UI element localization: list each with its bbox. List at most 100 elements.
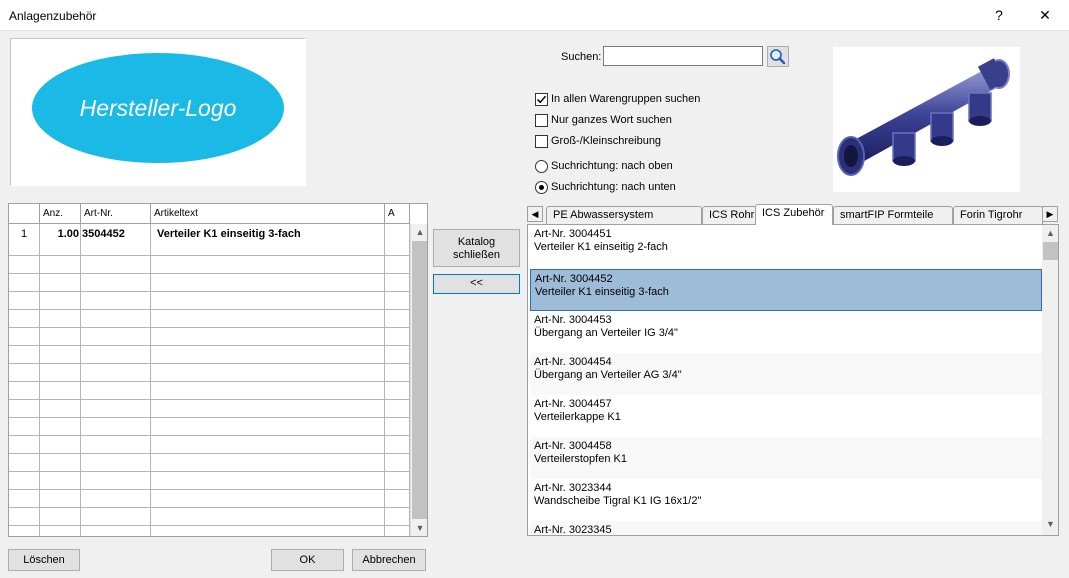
grid-cell[interactable] <box>385 526 410 536</box>
list-item[interactable]: Art-Nr. 3023345 <box>530 521 1042 535</box>
grid-cell[interactable] <box>40 418 81 436</box>
grid-cell[interactable] <box>151 454 385 472</box>
grid-cell[interactable] <box>385 328 410 346</box>
grid-cell[interactable] <box>9 526 40 536</box>
grid-cell[interactable] <box>9 400 40 418</box>
grid-cell[interactable] <box>385 256 410 274</box>
table-row-empty[interactable] <box>9 310 410 328</box>
grid-cell[interactable] <box>40 346 81 364</box>
grid-cell[interactable] <box>385 508 410 526</box>
grid-cell[interactable] <box>40 490 81 508</box>
grid-cell[interactable] <box>151 436 385 454</box>
tab-pe-abwassersystem[interactable]: PE Abwassersystem <box>546 206 702 224</box>
grid-column-index[interactable] <box>9 204 40 224</box>
grid-cell[interactable] <box>151 418 385 436</box>
grid-cell[interactable] <box>9 418 40 436</box>
grid-cell[interactable] <box>151 256 385 274</box>
scroll-down-icon[interactable]: ▼ <box>411 520 427 536</box>
table-row-empty[interactable] <box>9 526 410 536</box>
grid-cell[interactable] <box>9 328 40 346</box>
list-item[interactable]: Art-Nr. 3004454 Übergang an Verteiler AG… <box>530 353 1042 395</box>
grid-cell[interactable] <box>385 292 410 310</box>
grid-cell[interactable] <box>151 310 385 328</box>
checkbox-whole-word[interactable] <box>535 114 548 127</box>
search-input[interactable] <box>603 46 763 66</box>
grid-cell[interactable] <box>151 292 385 310</box>
grid-cell[interactable] <box>385 400 410 418</box>
checkbox-all-groups[interactable] <box>535 93 548 106</box>
table-row-empty[interactable] <box>9 382 410 400</box>
grid-column-artnr[interactable]: Art-Nr. <box>81 204 151 224</box>
delete-button[interactable]: Löschen <box>8 549 80 571</box>
grid-cell[interactable] <box>40 310 81 328</box>
grid-cell[interactable] <box>40 508 81 526</box>
radio-direction-down[interactable] <box>535 181 548 194</box>
tab-ics-zubehoer[interactable]: ICS Zubehör <box>755 204 833 225</box>
grid-cell[interactable] <box>385 346 410 364</box>
scroll-thumb[interactable] <box>412 241 427 519</box>
grid-column-a[interactable]: A <box>385 204 410 224</box>
grid-cell[interactable] <box>81 382 151 400</box>
close-button[interactable]: ✕ <box>1022 0 1068 31</box>
grid-cell[interactable] <box>9 346 40 364</box>
grid-cell[interactable] <box>81 400 151 418</box>
grid-cell[interactable] <box>81 292 151 310</box>
table-row-empty[interactable] <box>9 292 410 310</box>
grid-cell[interactable] <box>9 508 40 526</box>
list-item-selected[interactable]: Art-Nr. 3004452 Verteiler K1 einseitig 3… <box>530 269 1042 311</box>
grid-cell[interactable] <box>9 382 40 400</box>
grid-cell[interactable] <box>40 454 81 472</box>
selected-items-grid[interactable]: Anz. Art-Nr. Artikeltext A 1 1.00 350445… <box>8 203 428 537</box>
grid-cell[interactable] <box>9 256 40 274</box>
transfer-item-button[interactable]: << <box>433 274 520 294</box>
table-row-empty[interactable] <box>9 346 410 364</box>
grid-cell[interactable] <box>81 256 151 274</box>
grid-cell[interactable] <box>81 418 151 436</box>
row-artnr[interactable]: 3504452 <box>81 224 151 255</box>
list-item[interactable]: Art-Nr. 3023344 Wandscheibe Tigral K1 IG… <box>530 479 1042 521</box>
tab-smartfip-formteile[interactable]: smartFIP Formteile <box>833 206 953 224</box>
grid-cell[interactable] <box>81 310 151 328</box>
grid-cell[interactable] <box>9 436 40 454</box>
grid-cell[interactable] <box>40 472 81 490</box>
grid-cell[interactable] <box>151 400 385 418</box>
grid-cell[interactable] <box>151 508 385 526</box>
grid-scrollbar[interactable]: ▲ ▼ <box>410 224 427 536</box>
radio-direction-up[interactable] <box>535 160 548 173</box>
cancel-button[interactable]: Abbrechen <box>352 549 426 571</box>
help-button[interactable]: ? <box>976 0 1022 31</box>
grid-cell[interactable] <box>385 472 410 490</box>
grid-cell[interactable] <box>40 364 81 382</box>
search-button[interactable] <box>767 46 789 67</box>
close-catalog-button[interactable]: Katalog schließen <box>433 229 520 267</box>
row-text[interactable]: Verteiler K1 einseitig 3-fach <box>151 224 385 255</box>
grid-cell[interactable] <box>81 346 151 364</box>
scroll-down-icon[interactable]: ▼ <box>1042 516 1058 533</box>
table-row[interactable]: 1 1.00 3504452 Verteiler K1 einseitig 3-… <box>9 224 410 256</box>
grid-cell[interactable] <box>9 490 40 508</box>
scroll-thumb[interactable] <box>1043 242 1058 260</box>
table-row-empty[interactable] <box>9 472 410 490</box>
grid-cell[interactable] <box>81 328 151 346</box>
grid-cell[interactable] <box>81 436 151 454</box>
ok-button[interactable]: OK <box>271 549 344 571</box>
row-a[interactable] <box>385 224 410 255</box>
grid-cell[interactable] <box>9 292 40 310</box>
scroll-up-icon[interactable]: ▲ <box>411 224 427 241</box>
grid-cell[interactable] <box>81 472 151 490</box>
row-qty[interactable]: 1.00 <box>40 224 81 255</box>
grid-cell[interactable] <box>40 292 81 310</box>
table-row-empty[interactable] <box>9 490 410 508</box>
grid-column-qty[interactable]: Anz. <box>40 204 81 224</box>
grid-cell[interactable] <box>151 490 385 508</box>
grid-cell[interactable] <box>81 508 151 526</box>
grid-cell[interactable] <box>385 364 410 382</box>
table-row-empty[interactable] <box>9 400 410 418</box>
grid-cell[interactable] <box>81 526 151 536</box>
table-row-empty[interactable] <box>9 454 410 472</box>
table-row-empty[interactable] <box>9 436 410 454</box>
table-row-empty[interactable] <box>9 274 410 292</box>
grid-cell[interactable] <box>40 526 81 536</box>
table-row-empty[interactable] <box>9 364 410 382</box>
tab-ics-rohr[interactable]: ICS Rohr <box>702 206 757 224</box>
